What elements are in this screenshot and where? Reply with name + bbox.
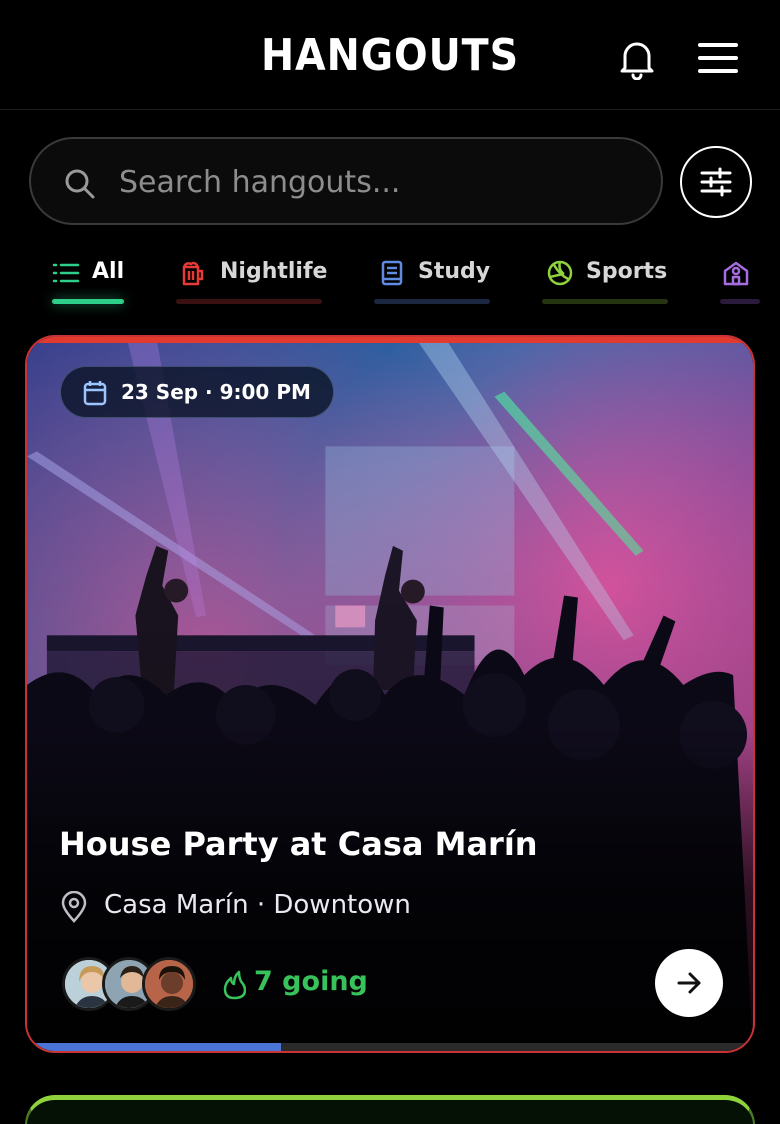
category-tabs: All Nightlife Study Sports <box>0 250 780 316</box>
filter-button[interactable] <box>680 146 752 218</box>
volleyball-icon <box>547 260 573 286</box>
search-icon <box>65 169 95 199</box>
open-event-button[interactable] <box>655 949 723 1017</box>
tab-nightlife[interactable]: Nightlife <box>176 250 327 310</box>
tab-sports-indicator <box>542 299 668 304</box>
tab-all-label: All <box>92 259 125 284</box>
beer-mug-icon <box>182 261 204 286</box>
search-input[interactable] <box>119 159 619 205</box>
tab-all-indicator <box>52 299 124 304</box>
event-location: Casa Marín · Downtown <box>104 890 411 920</box>
hamburger-menu-icon[interactable] <box>697 40 739 76</box>
tab-all[interactable]: All <box>52 250 124 310</box>
event-progress-track <box>27 1043 753 1051</box>
attendee-avatars[interactable] <box>62 957 202 1011</box>
avatar <box>142 957 196 1011</box>
tab-campus-indicator <box>720 299 760 304</box>
tab-study-label: Study <box>418 259 491 284</box>
tab-nightlife-indicator <box>176 299 322 304</box>
event-date: 23 Sep · 9:00 PM <box>121 380 311 404</box>
book-icon <box>381 260 403 286</box>
search-bar[interactable] <box>29 137 663 225</box>
event-progress-fill <box>27 1043 282 1051</box>
tab-study[interactable]: Study <box>374 250 491 310</box>
flame-icon <box>223 970 246 1000</box>
location-pin-icon <box>61 891 87 923</box>
tab-nightlife-label: Nightlife <box>220 259 328 284</box>
concert-photo <box>27 337 753 1051</box>
calendar-icon <box>83 381 107 406</box>
sliders-icon <box>700 167 732 197</box>
list-icon <box>52 263 80 283</box>
arrow-right-icon <box>677 972 701 994</box>
tab-study-indicator <box>374 299 490 304</box>
tab-sports-label: Sports <box>586 259 668 284</box>
going-count: 7 going <box>254 966 368 997</box>
bell-icon[interactable] <box>617 38 657 80</box>
event-card[interactable]: 23 Sep · 9:00 PM House Party at Casa Mar… <box>25 335 755 1053</box>
school-building-icon <box>723 261 749 286</box>
date-badge: 23 Sep · 9:00 PM <box>60 366 334 418</box>
next-event-card[interactable] <box>25 1095 755 1124</box>
event-title: House Party at Casa Marín <box>59 825 538 863</box>
tab-sports[interactable]: Sports <box>542 250 668 310</box>
card-accent-line <box>27 337 753 343</box>
app-header: HANGOUTS <box>0 0 780 110</box>
tab-campus[interactable] <box>720 250 780 310</box>
